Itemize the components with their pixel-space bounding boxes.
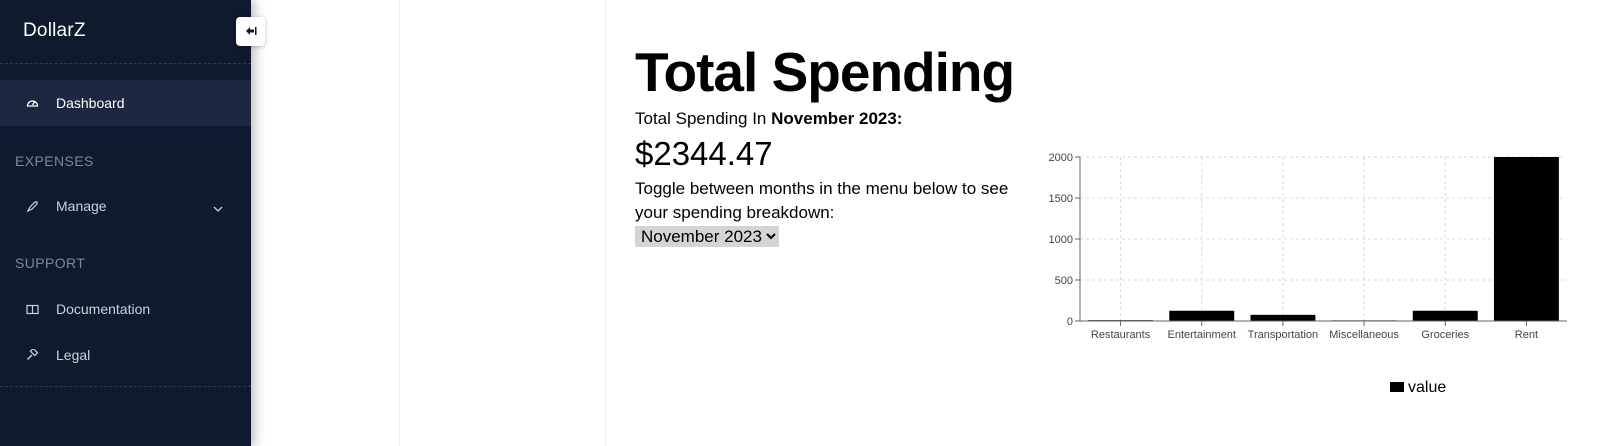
x-tick-label: Restaurants [1091, 329, 1151, 341]
x-tick-label: Transportation [1248, 329, 1319, 341]
collapse-sidebar-button[interactable] [236, 17, 265, 46]
gauge-icon [25, 96, 39, 110]
y-tick-label: 2000 [1049, 152, 1073, 164]
sidebar-item-manage[interactable]: Manage [0, 183, 251, 229]
gavel-icon [25, 348, 39, 362]
arrow-left-icon [245, 23, 257, 41]
column-separator [399, 0, 400, 446]
sidebar-item-label: Manage [56, 198, 107, 214]
toggle-instructions: Toggle between months in the menu below … [635, 179, 1009, 222]
y-tick-label: 500 [1055, 275, 1073, 287]
brand-name: DollarZ [23, 20, 86, 41]
sidebar-item-dashboard[interactable]: Dashboard [0, 80, 251, 126]
section-title-expenses: EXPENSES [15, 153, 94, 169]
spending-bar-chart: 0 500 1000 1500 2000 Restaurants Entertainment… [1049, 152, 1567, 396]
x-tick-label: Entertainment [1168, 329, 1236, 341]
x-tick-label: Miscellaneous [1329, 329, 1399, 341]
bar-rent [1493, 157, 1559, 321]
sidebar: DollarZ Dashboard EXPENSES Manage SUPPOR… [0, 0, 251, 446]
month-select[interactable]: November 2023 [635, 226, 779, 247]
book-icon [25, 302, 39, 316]
sidebar-divider [0, 386, 251, 387]
sidebar-item-label: Legal [56, 347, 91, 363]
rocket-icon [25, 199, 39, 213]
page-title: Total Spending [635, 41, 1015, 103]
y-tick-label: 0 [1067, 316, 1073, 328]
section-title-support: SUPPORT [15, 255, 86, 271]
sidebar-divider [0, 63, 251, 64]
bar-groceries [1412, 310, 1478, 321]
bar-entertainment [1169, 310, 1235, 321]
subtitle-prefix: Total Spending In [635, 109, 767, 128]
sidebar-item-label: Dashboard [56, 95, 125, 111]
subtitle-month: November 2023: [771, 109, 903, 128]
sidebar-item-legal[interactable]: Legal [0, 332, 251, 378]
chevron-down-icon[interactable] [213, 200, 223, 216]
sidebar-item-documentation[interactable]: Documentation [0, 286, 251, 332]
legend-label: value [1408, 379, 1446, 396]
y-tick-label: 1500 [1049, 193, 1073, 205]
spending-month-label: Total Spending In November 2023: [635, 109, 902, 129]
bar-transportation [1250, 314, 1316, 321]
legend-swatch [1390, 382, 1404, 392]
x-tick-label: Groceries [1421, 329, 1469, 341]
column-separator [605, 0, 606, 446]
sidebar-item-label: Documentation [56, 301, 151, 317]
x-tick-label: Rent [1515, 329, 1538, 341]
total-amount: $2344.47 [635, 135, 773, 172]
y-tick-label: 1000 [1049, 234, 1073, 246]
